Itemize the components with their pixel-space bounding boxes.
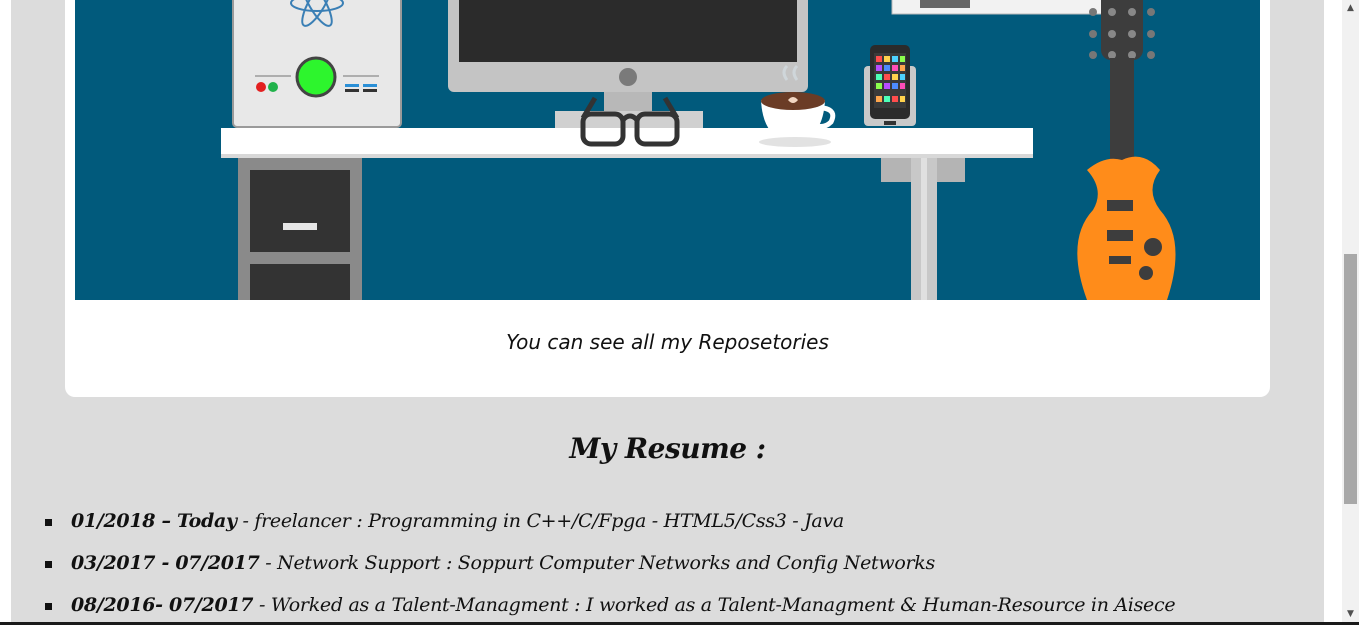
bullet-icon xyxy=(45,519,52,526)
page-body: You can see all my Reposetories My Resum… xyxy=(11,0,1324,625)
drawer-cabinet-icon xyxy=(238,158,362,300)
scroll-down-arrow-icon[interactable]: ▼ xyxy=(1342,606,1359,623)
resume-item-text: - Worked as a Talent-Managment : I worke… xyxy=(253,594,1176,616)
power-button-icon xyxy=(295,56,337,98)
resume-item-text: - Network Support : Soppurt Computer Net… xyxy=(259,552,935,574)
repositories-caption[interactable]: You can see all my Reposetories xyxy=(65,330,1270,354)
resume-item: 08/2016- 07/2017 - Worked as a Talent-Ma… xyxy=(41,594,1176,625)
scroll-up-arrow-icon[interactable]: ▲ xyxy=(1342,0,1359,17)
resume-item: 01/2018 – Today - freelancer : Programmi… xyxy=(41,510,1175,552)
resume-heading: My Resume : xyxy=(569,432,766,465)
computer-tower-icon xyxy=(232,0,402,128)
bullet-icon xyxy=(45,603,52,610)
monitor-icon xyxy=(448,0,808,129)
resume-item-date: 03/2017 - 07/2017 xyxy=(71,552,260,574)
resume-item-text: - freelancer : Programming in C++/C/Fpga… xyxy=(236,510,845,532)
guitar-icon xyxy=(1077,0,1176,300)
vertical-scrollbar[interactable]: ▲ ▼ xyxy=(1342,0,1359,625)
smartphone-icon xyxy=(864,45,916,126)
scrollbar-thumb[interactable] xyxy=(1344,254,1357,504)
resume-item-date: 08/2016- 07/2017 xyxy=(71,594,254,616)
workspace-banner-image[interactable] xyxy=(75,0,1260,300)
resume-list: 01/2018 – Today - freelancer : Programmi… xyxy=(41,510,1176,625)
bullet-icon xyxy=(45,561,52,568)
resume-item: 03/2017 - 07/2017 - Network Support : So… xyxy=(41,552,1175,594)
resume-item-date: 01/2018 – Today xyxy=(71,510,237,532)
